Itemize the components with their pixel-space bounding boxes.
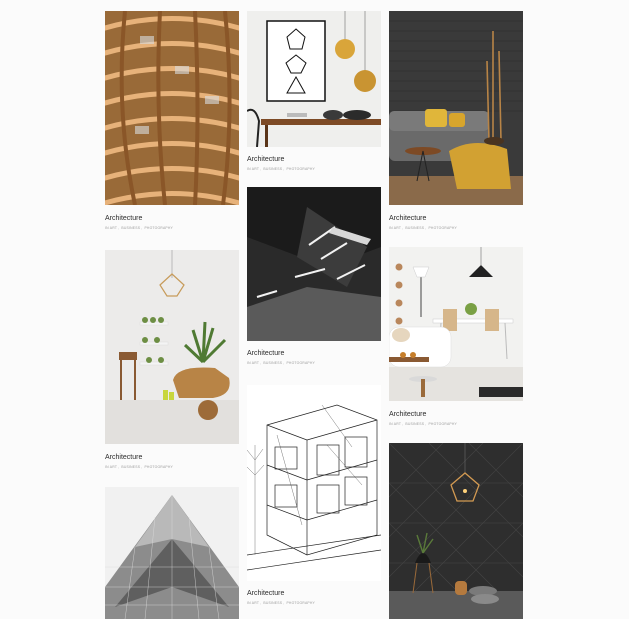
card-categories: in art, business, photography xyxy=(389,226,457,230)
category-link[interactable]: art xyxy=(110,226,117,230)
card-title[interactable]: Architecture xyxy=(105,454,142,461)
category-prefix: in xyxy=(247,361,251,365)
portfolio-thumbnail[interactable] xyxy=(105,487,239,619)
card-categories: in art, business, photography xyxy=(247,601,315,605)
wooden-ceiling-image xyxy=(105,11,239,205)
category-link[interactable]: business xyxy=(405,226,424,230)
category-link[interactable]: photography xyxy=(286,361,315,365)
card-categories: in art, business, photography xyxy=(105,465,173,469)
category-link[interactable]: photography xyxy=(144,226,173,230)
portfolio-card[interactable]: Architecture in art, business, photograp… xyxy=(247,11,381,178)
portfolio-card[interactable]: Architecture in art, business, photograp… xyxy=(105,11,239,235)
category-link[interactable]: photography xyxy=(428,422,457,426)
card-title[interactable]: Architecture xyxy=(247,350,284,357)
portfolio-masonry-grid: Architecture in art, business, photograp… xyxy=(0,0,629,619)
portfolio-thumbnail[interactable] xyxy=(389,11,523,205)
category-link[interactable]: business xyxy=(263,601,282,605)
category-link[interactable]: photography xyxy=(286,601,315,605)
portfolio-card[interactable]: Architecture in art, business, photograp… xyxy=(247,187,381,376)
dark-geometric-wall-image xyxy=(389,443,523,619)
portfolio-thumbnail[interactable] xyxy=(105,250,239,444)
portfolio-thumbnail[interactable] xyxy=(247,11,381,147)
category-link[interactable]: art xyxy=(252,167,259,171)
wireframe-building-image xyxy=(247,385,381,581)
card-title[interactable]: Architecture xyxy=(105,215,142,222)
glass-facade-image xyxy=(105,487,239,619)
card-title[interactable]: Architecture xyxy=(247,590,284,597)
grey-sofa-brick-image xyxy=(389,11,523,205)
white-dining-room-image xyxy=(389,247,523,401)
category-link[interactable]: business xyxy=(263,361,282,365)
category-prefix: in xyxy=(105,465,109,469)
category-link[interactable]: art xyxy=(252,361,259,365)
abstract-dark-space-image xyxy=(247,187,381,341)
category-link[interactable]: art xyxy=(252,601,259,605)
category-link[interactable]: business xyxy=(405,422,424,426)
portfolio-thumbnail[interactable] xyxy=(105,11,239,205)
portfolio-card[interactable]: Architecture in art, business, photograp… xyxy=(105,250,239,475)
category-prefix: in xyxy=(389,422,393,426)
category-link[interactable]: business xyxy=(263,167,282,171)
card-title[interactable]: Architecture xyxy=(389,215,426,222)
card-title[interactable]: Architecture xyxy=(389,411,426,418)
card-categories: in art, business, photography xyxy=(247,167,315,171)
portfolio-thumbnail[interactable] xyxy=(247,385,381,581)
category-link[interactable]: photography xyxy=(428,226,457,230)
category-prefix: in xyxy=(389,226,393,230)
portfolio-card[interactable]: Architecture in art, business, photograp… xyxy=(247,385,381,615)
portfolio-thumbnail[interactable] xyxy=(389,247,523,401)
category-link[interactable]: art xyxy=(394,422,401,426)
card-categories: in art, business, photography xyxy=(389,422,457,426)
interior-plants-image xyxy=(105,250,239,444)
category-prefix: in xyxy=(247,601,251,605)
category-link[interactable]: photography xyxy=(286,167,315,171)
category-link[interactable]: business xyxy=(121,226,140,230)
portfolio-card[interactable]: Architecture in art, business, photograp… xyxy=(389,247,523,435)
category-prefix: in xyxy=(105,226,109,230)
category-link[interactable]: photography xyxy=(144,465,173,469)
card-title[interactable]: Architecture xyxy=(247,156,284,163)
category-link[interactable]: business xyxy=(121,465,140,469)
portfolio-card[interactable] xyxy=(389,443,523,619)
portfolio-card[interactable]: Architecture in art, business, photograp… xyxy=(389,11,523,235)
category-link[interactable]: art xyxy=(110,465,117,469)
card-categories: in art, business, photography xyxy=(247,361,315,365)
geometric-poster-image xyxy=(247,11,381,147)
portfolio-card[interactable] xyxy=(105,487,239,619)
category-prefix: in xyxy=(247,167,251,171)
category-link[interactable]: art xyxy=(394,226,401,230)
portfolio-thumbnail[interactable] xyxy=(247,187,381,341)
card-categories: in art, business, photography xyxy=(105,226,173,230)
portfolio-thumbnail[interactable] xyxy=(389,443,523,619)
